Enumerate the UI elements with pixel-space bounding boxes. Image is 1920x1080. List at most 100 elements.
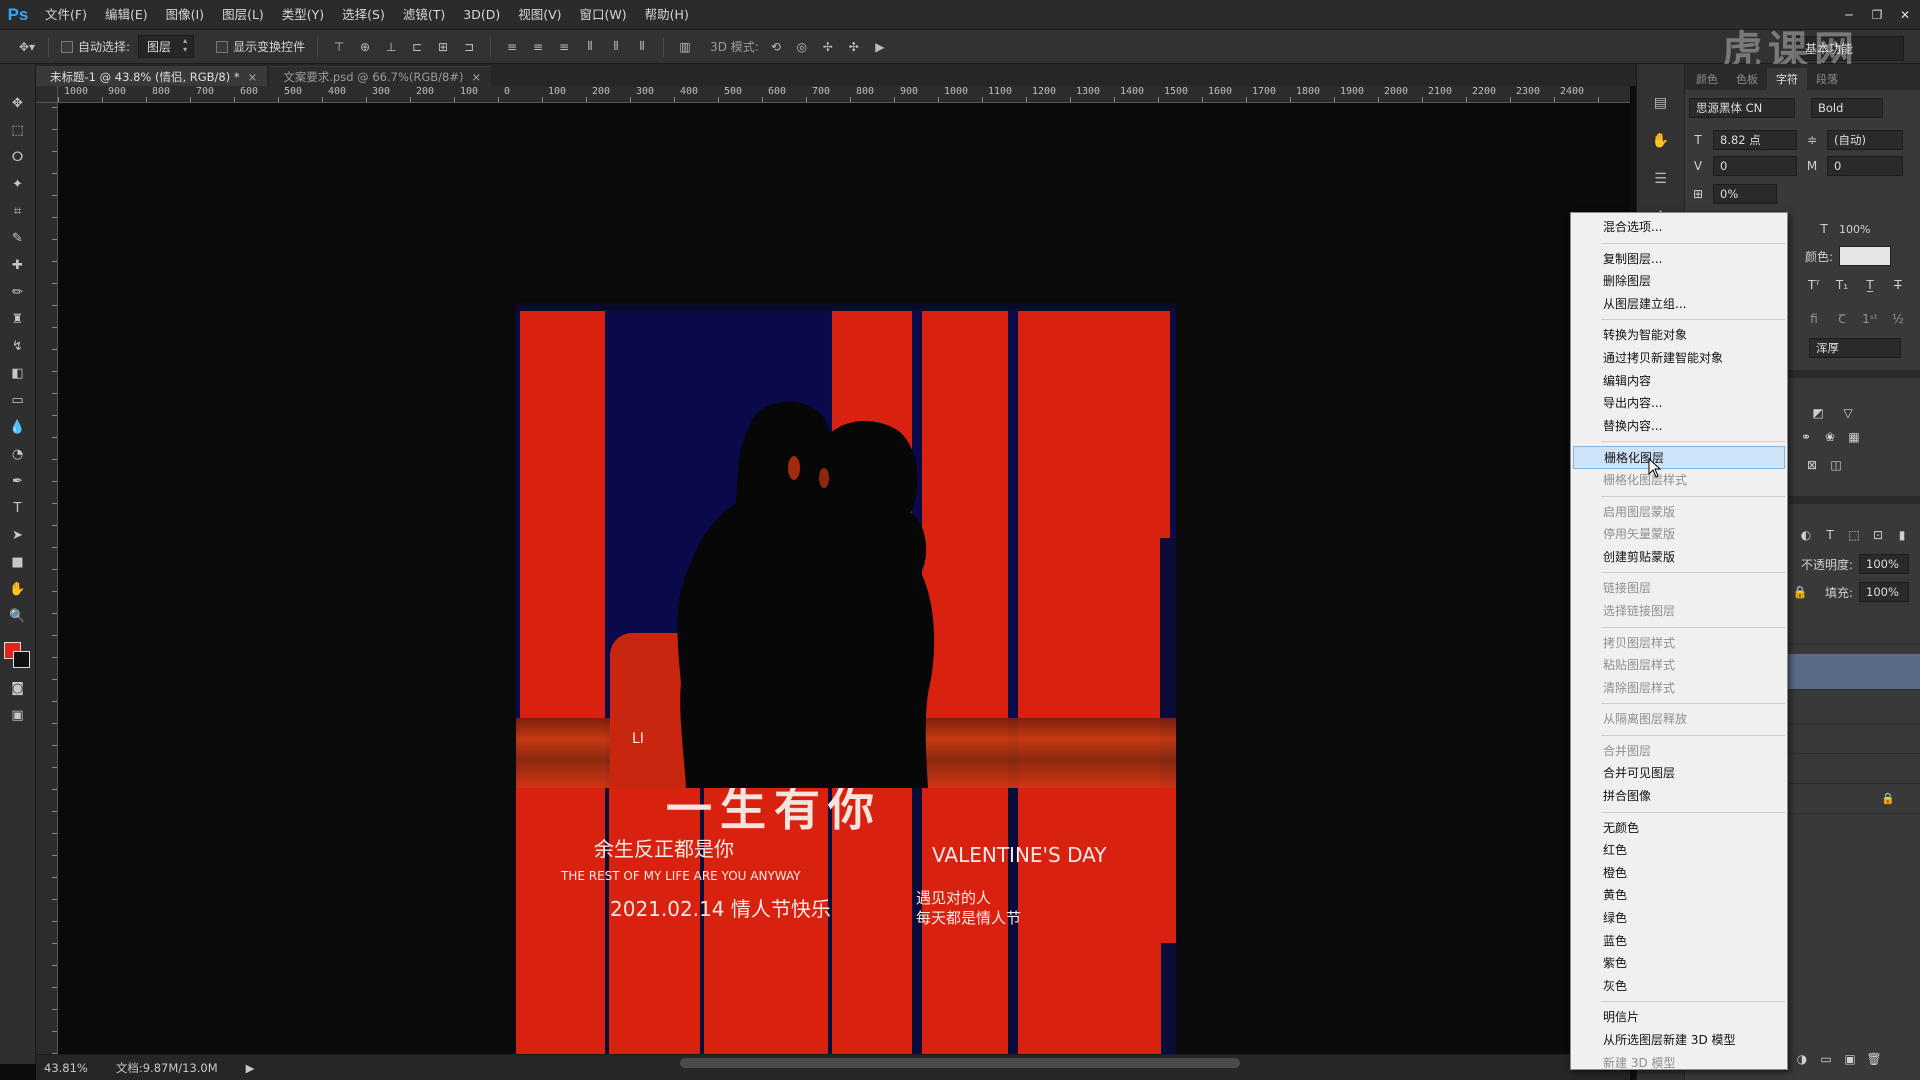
align-hcenter-icon[interactable]: ⊞ [434, 38, 452, 56]
context-menu-item[interactable]: 复制图层... [1571, 248, 1787, 271]
align-bottom-icon[interactable]: ⊥ [382, 38, 400, 56]
context-menu-item[interactable]: 删除图层 [1571, 270, 1787, 293]
kerning-field[interactable]: 0 [1713, 156, 1797, 176]
strikethrough-icon[interactable]: T̶ [1889, 278, 1907, 292]
color-balance-icon[interactable]: ⚭ [1797, 430, 1815, 444]
context-menu-item[interactable]: 编辑内容 [1571, 370, 1787, 393]
slide-3d-icon[interactable]: ✣ [845, 38, 863, 56]
filter-toggle-icon[interactable]: ▮ [1893, 528, 1911, 542]
document-tab[interactable]: 未标题-1 @ 43.8% (情侣, RGB/8) * × [36, 66, 268, 86]
selective-color-icon[interactable]: ⊠ [1803, 458, 1821, 472]
vertical-scale-value[interactable]: 100% [1839, 223, 1870, 236]
context-menu-item[interactable]: 黄色 [1571, 884, 1787, 907]
context-menu-item[interactable]: 橙色 [1571, 862, 1787, 885]
anti-alias-select[interactable]: 浑厚 [1809, 338, 1901, 358]
menu-10[interactable]: 帮助(H) [636, 0, 698, 30]
status-menu-arrow-icon[interactable]: ▶ [246, 1061, 255, 1075]
panel-tab[interactable]: 色板 [1727, 68, 1767, 90]
ligature-icon[interactable]: fi [1805, 312, 1823, 326]
close-icon[interactable]: ✕ [1898, 8, 1912, 22]
menu-8[interactable]: 视图(V) [509, 0, 570, 30]
dodge-tool-icon[interactable]: ◔ [7, 445, 29, 463]
ordinal-icon[interactable]: 1ˢᵗ [1861, 312, 1879, 326]
menu-4[interactable]: 类型(Y) [273, 0, 333, 30]
scale-3d-icon[interactable]: ▶ [871, 38, 889, 56]
stamp-tool-icon[interactable]: ♜ [7, 310, 29, 328]
marquee-tool-icon[interactable]: ⬚ [7, 121, 29, 139]
context-menu-item[interactable]: 从图层建立组... [1571, 293, 1787, 316]
menu-3[interactable]: 图层(L) [213, 0, 273, 30]
align-right-icon[interactable]: ⊐ [460, 38, 478, 56]
fill-field[interactable]: 100% [1859, 582, 1910, 602]
context-menu-item[interactable]: 导出内容... [1571, 392, 1787, 415]
menu-9[interactable]: 窗口(W) [571, 0, 636, 30]
delete-layer-icon[interactable]: 🗑 [1865, 1052, 1883, 1066]
context-menu-item[interactable]: 栅格化图层 [1573, 446, 1785, 469]
eraser-tool-icon[interactable]: ◧ [7, 364, 29, 382]
distribute-top-icon[interactable]: ≡ [503, 38, 521, 56]
path-selection-tool-icon[interactable]: ➤ [7, 526, 29, 544]
new-layer-icon[interactable]: ▣ [1841, 1052, 1859, 1066]
history-brush-tool-icon[interactable]: ↯ [7, 337, 29, 355]
screen-mode-icon[interactable]: ▣ [7, 706, 29, 724]
distribute-vcenter-icon[interactable]: ≡ [529, 38, 547, 56]
distribute-hcenter-icon[interactable]: ⫴ [607, 38, 625, 56]
quick-mask-icon[interactable]: ◙ [7, 679, 29, 697]
gradient-map-icon[interactable]: ▽ [1839, 406, 1857, 420]
magic-wand-tool-icon[interactable]: ✦ [7, 175, 29, 193]
context-menu-item[interactable]: 通过拷贝新建智能对象 [1571, 347, 1787, 370]
auto-select-checkbox[interactable]: 自动选择: [61, 38, 130, 55]
rectangle-tool-icon[interactable]: ■ [7, 553, 29, 571]
distribute-left-icon[interactable]: ⫴ [581, 38, 599, 56]
auto-align-icon[interactable]: ▥ [676, 38, 694, 56]
lock-icon[interactable]: 🔒 [1791, 585, 1809, 599]
panel-tab[interactable]: 颜色 [1687, 68, 1727, 90]
zoom-level[interactable]: 43.81% [44, 1061, 88, 1075]
gradient-tool-icon[interactable]: ▭ [7, 391, 29, 409]
context-menu-item[interactable]: 从所选图层新建 3D 模型 [1571, 1029, 1787, 1052]
history-panel-icon[interactable]: ▤ [1649, 92, 1673, 114]
curves-icon[interactable]: ◩ [1809, 406, 1827, 420]
checkbox-box[interactable] [61, 40, 73, 53]
opacity-field[interactable]: 100% [1859, 554, 1910, 574]
rotate-3d-icon[interactable]: ⟲ [767, 38, 785, 56]
menu-2[interactable]: 图像(I) [157, 0, 213, 30]
adjustment-layer-icon[interactable]: ◑ [1793, 1052, 1811, 1066]
new-group-icon[interactable]: ▭ [1817, 1052, 1835, 1066]
align-left-icon[interactable]: ⊏ [408, 38, 426, 56]
tracking-field[interactable]: 0 [1827, 156, 1903, 176]
canvas-area[interactable]: 一生有你 LI 余生反正都是你 THE REST OF MY LIFE ARE … [58, 103, 1630, 1054]
brush-tool-icon[interactable]: ✏ [7, 283, 29, 301]
menu-7[interactable]: 3D(D) [454, 0, 509, 30]
underline-icon[interactable]: T̲ [1861, 278, 1879, 292]
lasso-tool-icon[interactable]: ⵔ [7, 148, 29, 166]
filter-adjustment-icon[interactable]: ◐ [1797, 528, 1815, 542]
close-tab-icon[interactable]: × [248, 70, 258, 84]
fraction-icon[interactable]: ½ [1889, 312, 1907, 326]
font-style-select[interactable]: Bold [1811, 98, 1883, 118]
filter-smart-object-icon[interactable]: ⊡ [1869, 528, 1887, 542]
menu-1[interactable]: 编辑(E) [96, 0, 157, 30]
move-tool-icon[interactable]: ✥ [7, 94, 29, 112]
horizontal-ruler[interactable]: 1000 900 800 700 600 500 400 300 200 100 0 100 200 30… [58, 86, 1630, 103]
close-tab-icon[interactable]: × [471, 70, 481, 84]
show-transform-checkbox[interactable]: 显示变换控件 [216, 38, 305, 55]
poster-artboard[interactable]: 一生有你 LI 余生反正都是你 THE REST OF MY LIFE ARE … [516, 303, 1176, 1054]
font-family-select[interactable]: 思源黑体 CN [1689, 98, 1795, 118]
vertical-ruler[interactable] [36, 103, 58, 1054]
type-tool-icon[interactable]: T [7, 499, 29, 517]
swash-icon[interactable]: Ꞇ [1833, 310, 1851, 327]
blur-tool-icon[interactable]: 💧 [7, 418, 29, 436]
restore-icon[interactable]: ❐ [1870, 8, 1884, 22]
eyedropper-tool-icon[interactable]: ✎ [7, 229, 29, 247]
tsume-field[interactable]: 0% [1713, 184, 1777, 204]
subscript-icon[interactable]: T₁ [1833, 278, 1851, 292]
text-color-swatch[interactable] [1839, 246, 1892, 266]
healing-brush-tool-icon[interactable]: ✚ [7, 256, 29, 274]
color-lookup-icon[interactable]: ▦ [1845, 430, 1863, 444]
distribute-bottom-icon[interactable]: ≡ [555, 38, 573, 56]
properties-panel-icon[interactable]: ☰ [1649, 168, 1673, 190]
context-menu-item[interactable]: 替换内容... [1571, 415, 1787, 438]
align-vcenter-icon[interactable]: ⊕ [356, 38, 374, 56]
context-menu-item[interactable]: 红色 [1571, 839, 1787, 862]
